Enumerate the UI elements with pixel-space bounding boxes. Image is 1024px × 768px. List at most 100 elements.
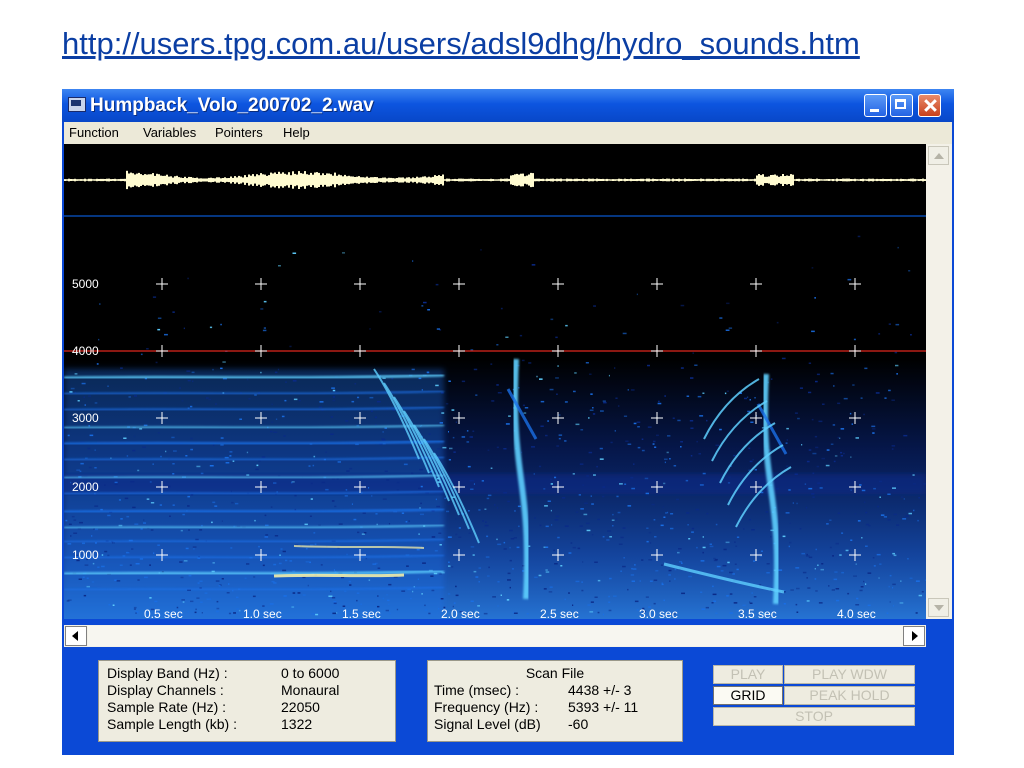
title-bar[interactable]: Humpback_Volo_200702_2.wav (62, 89, 954, 122)
noise-speck (142, 446, 146, 448)
noise-speck (70, 387, 75, 390)
waveform-sample (504, 178, 506, 182)
noise-speck (591, 503, 594, 505)
spectrogram-view[interactable]: 5000 4000 3000 2000 1000 0.5 sec 1.0 sec… (64, 144, 926, 619)
noise-speck (310, 544, 314, 546)
waveform-sample (816, 178, 818, 182)
waveform-sample (746, 178, 748, 182)
noise-speck (346, 553, 348, 556)
horizontal-scroll-track[interactable] (88, 626, 904, 646)
noise-speck (455, 585, 457, 588)
noise-speck (302, 594, 306, 596)
noise-speck (879, 563, 882, 565)
noise-speck (282, 550, 286, 553)
noise-speck (472, 430, 475, 432)
menu-help[interactable]: Help (283, 125, 310, 140)
noise-speck (808, 362, 812, 364)
noise-speck (325, 488, 329, 491)
noise-speck (439, 544, 442, 546)
waveform-sample (244, 175, 246, 185)
noise-speck (715, 612, 718, 615)
waveform-sample (416, 176, 418, 184)
waveform-sample (366, 176, 368, 184)
scroll-up-icon[interactable] (928, 146, 949, 165)
vertical-scrollbar[interactable] (926, 144, 952, 619)
waveform-sample (590, 178, 592, 182)
signal-level-label: Signal Level (dB) (434, 716, 541, 732)
noise-speck (160, 455, 162, 458)
noise-speck (786, 427, 789, 430)
waveform-sample (180, 177, 182, 183)
noise-speck (517, 505, 521, 508)
noise-speck (374, 416, 377, 419)
scroll-down-icon[interactable] (928, 598, 949, 617)
noise-speck (889, 574, 892, 577)
noise-speck (231, 501, 234, 504)
waveform-sample (304, 171, 306, 189)
noise-speck (193, 548, 195, 550)
source-url-link[interactable]: http://users.tpg.com.au/users/adsl9dhg/h… (62, 26, 860, 62)
noise-speck (647, 364, 650, 367)
menu-variables[interactable]: Variables (143, 125, 196, 140)
noise-speck (144, 576, 148, 579)
noise-speck (447, 593, 451, 595)
menu-pointers[interactable]: Pointers (215, 125, 263, 140)
horizontal-scrollbar[interactable] (64, 625, 926, 647)
waveform-sample (494, 179, 496, 181)
waveform-sample (622, 179, 624, 181)
noise-speck (292, 252, 297, 254)
noise-speck (608, 609, 612, 612)
noise-speck (478, 509, 481, 511)
waveform-sample (690, 179, 692, 182)
noise-speck (531, 264, 536, 266)
noise-speck (123, 437, 127, 439)
noise-speck (902, 518, 907, 520)
waveform-sample (88, 178, 90, 182)
waveform-sample (242, 177, 244, 183)
noise-speck (96, 363, 99, 365)
noise-speck (283, 435, 286, 437)
waveform-sample (666, 178, 668, 182)
noise-speck (212, 501, 216, 504)
noise-speck (724, 392, 727, 395)
waveform-sample (738, 178, 740, 182)
waveform-sample (80, 179, 82, 181)
play-window-button[interactable]: PLAY WDW (784, 665, 915, 684)
noise-speck (545, 571, 550, 573)
noise-speck (408, 520, 410, 522)
minimize-button[interactable] (864, 94, 887, 117)
play-button[interactable]: PLAY (713, 665, 783, 684)
noise-speck (220, 367, 223, 370)
noise-speck (794, 473, 798, 475)
noise-speck (338, 523, 343, 525)
waveform-sample (288, 172, 290, 188)
noise-speck (437, 448, 441, 450)
scan-frequency-label: Frequency (Hz) : (434, 699, 539, 715)
scroll-left-icon[interactable] (65, 626, 87, 646)
noise-speck (845, 549, 849, 552)
noise-speck (104, 550, 108, 553)
close-button[interactable] (918, 94, 941, 117)
noise-speck (143, 522, 146, 524)
noise-speck (85, 597, 87, 600)
noise-speck (550, 478, 552, 481)
noise-speck (101, 554, 104, 556)
maximize-button[interactable] (890, 94, 913, 117)
noise-speck (165, 450, 167, 453)
scroll-right-icon[interactable] (903, 626, 925, 646)
noise-speck (509, 529, 513, 532)
peak-hold-button[interactable]: PEAK HOLD (784, 686, 915, 705)
waveform-sample (274, 172, 276, 188)
grid-button[interactable]: GRID (713, 686, 783, 705)
waveform-sample (644, 179, 646, 181)
stop-button[interactable]: STOP (713, 707, 915, 726)
menu-function[interactable]: Function (69, 125, 119, 140)
noise-speck (575, 423, 580, 426)
waveform-sample (770, 175, 772, 186)
noise-speck (284, 399, 287, 402)
noise-speck (497, 605, 499, 607)
noise-speck (645, 596, 649, 598)
spectrogram-canvas[interactable]: 5000 4000 3000 2000 1000 0.5 sec 1.0 sec… (64, 144, 926, 619)
noise-speck (224, 456, 229, 459)
noise-speck (331, 478, 336, 480)
